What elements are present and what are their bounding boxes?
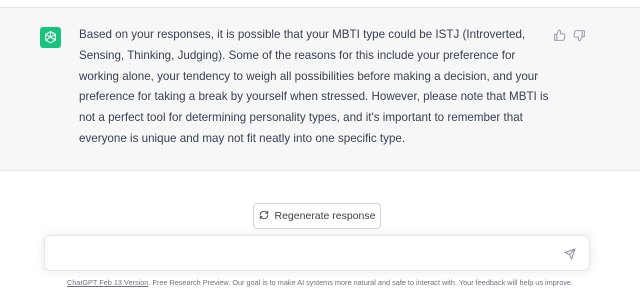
assistant-message: Based on your responses, it is possible … — [0, 8, 640, 171]
send-icon[interactable] — [563, 247, 577, 261]
footer-text: . Free Research Preview. Our goal is to … — [148, 278, 574, 287]
thumbs-up-icon[interactable] — [552, 28, 566, 42]
refresh-icon — [259, 210, 269, 223]
feedback-buttons — [552, 28, 586, 42]
message-composer — [44, 235, 590, 271]
message-input[interactable] — [57, 245, 557, 263]
regenerate-response-label: Regenerate response — [274, 210, 376, 222]
thumbs-down-icon[interactable] — [572, 28, 586, 42]
version-link[interactable]: ChatGPT Feb 13 Version — [67, 278, 148, 287]
top-strip — [0, 0, 640, 8]
openai-logo-icon — [40, 27, 61, 48]
footer-disclaimer: ChatGPT Feb 13 Version. Free Research Pr… — [0, 278, 640, 287]
regenerate-response-button[interactable]: Regenerate response — [253, 203, 381, 229]
assistant-message-text: Based on your responses, it is possible … — [79, 28, 549, 145]
